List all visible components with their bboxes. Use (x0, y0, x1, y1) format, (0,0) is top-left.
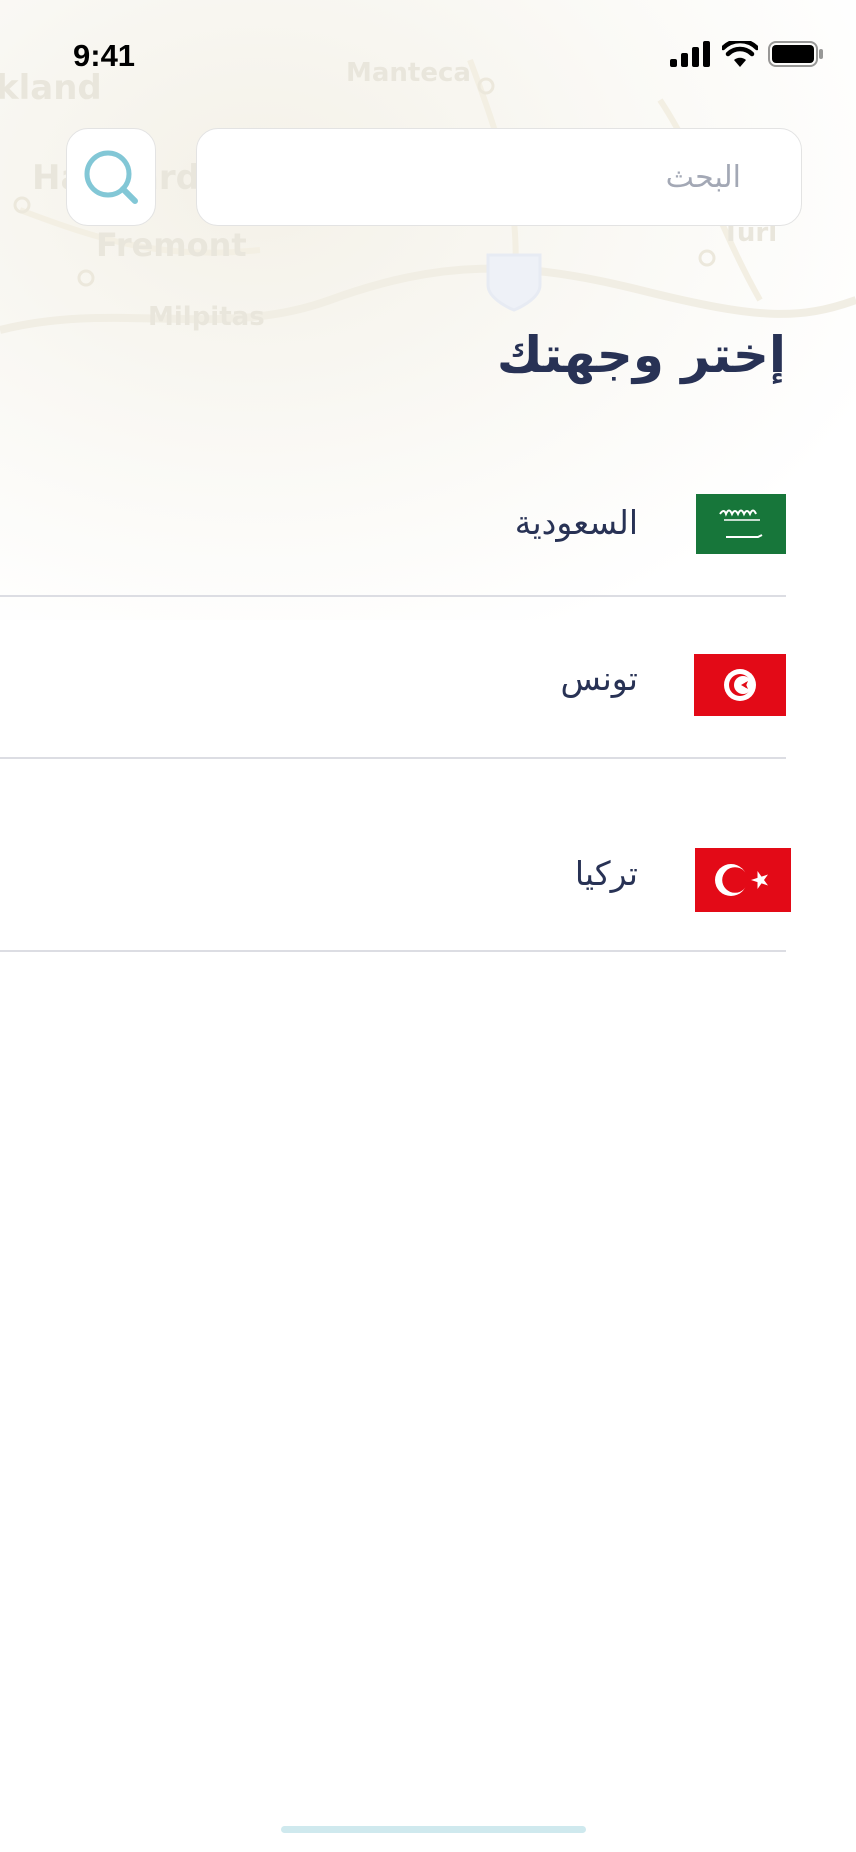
country-list-item-saudi-arabia[interactable]: السعودية (0, 470, 786, 597)
turkey-flag-icon (695, 848, 791, 912)
country-name: السعودية (514, 503, 638, 542)
search-icon (84, 150, 138, 204)
country-name: تركيا (574, 854, 638, 893)
battery-icon (768, 41, 823, 67)
country-list-item-tunisia[interactable]: تونس (0, 597, 786, 759)
home-indicator (281, 1826, 586, 1833)
saudi-arabia-flag-icon (696, 494, 786, 554)
country-name: تونس (560, 659, 639, 698)
tunisia-flag-icon (694, 654, 786, 716)
search-input[interactable] (196, 128, 802, 226)
cellular-signal-icon (670, 41, 710, 67)
status-bar: 9:41 (0, 0, 856, 110)
page-title: إختر وجهتك (496, 326, 786, 384)
status-time: 9:41 (73, 38, 136, 73)
country-list-item-turkey[interactable]: تركيا (0, 759, 791, 952)
map-label: Milpitas (148, 302, 265, 332)
status-icons (670, 38, 824, 70)
search-button[interactable] (66, 128, 156, 226)
map-label: Fremont (96, 226, 247, 264)
wifi-icon (722, 41, 758, 67)
